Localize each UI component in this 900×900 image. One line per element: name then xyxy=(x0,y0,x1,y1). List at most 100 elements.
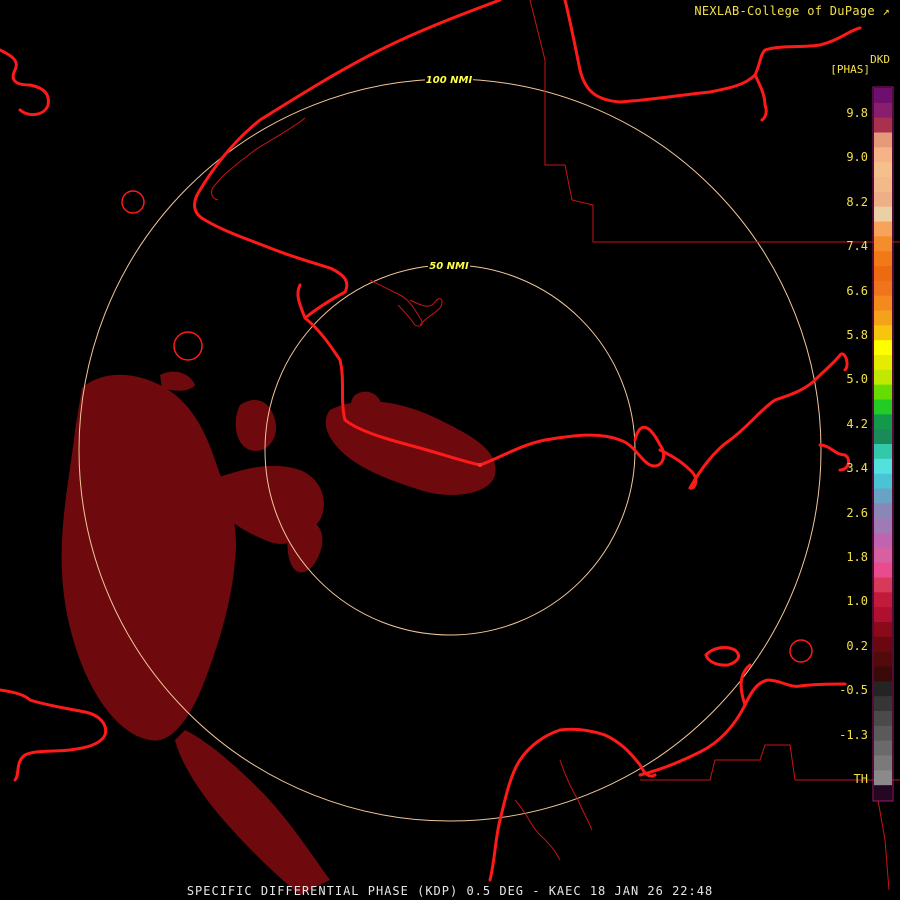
color-scale-segment xyxy=(874,162,892,178)
color-scale-segment xyxy=(874,429,892,445)
boundary-east-edge xyxy=(877,799,890,891)
shore-north-bay xyxy=(211,117,306,201)
color-scale-segment xyxy=(874,547,892,564)
color-scale-segment xyxy=(874,518,892,534)
coast-northwest xyxy=(0,48,50,117)
color-scale-segment xyxy=(874,607,892,623)
lake-southeast xyxy=(789,639,813,663)
radar-display: 100 NMI 50 NMI NEXLAB-College of DuPage … xyxy=(0,0,900,900)
coast-inlet xyxy=(296,283,347,320)
lake-west xyxy=(173,331,203,361)
color-scale-segment xyxy=(874,295,892,311)
ring-label-100: 100 NMI xyxy=(426,75,473,86)
shore-north-detail xyxy=(369,279,423,327)
scale-label: 1.0 xyxy=(846,594,868,609)
echo-center-cluster xyxy=(325,401,496,495)
external-link-icon[interactable]: ↗ xyxy=(882,4,890,18)
credit-label: NEXLAB-College of DuPage ↗ xyxy=(694,4,890,18)
color-scale-segment xyxy=(874,444,892,460)
color-scale-segment xyxy=(874,636,892,653)
color-scale-segment xyxy=(874,236,892,252)
color-scale-segment xyxy=(874,592,892,608)
lake-northwest xyxy=(121,190,145,214)
echo-west-main xyxy=(61,374,236,741)
unit-label: [PHAS] xyxy=(830,63,870,76)
scale-label: -1.3 xyxy=(839,727,868,742)
radar-map: 100 NMI 50 NMI xyxy=(0,0,900,895)
lake-southeast-pond xyxy=(704,646,740,667)
scale-label: 2.6 xyxy=(846,505,868,520)
scale-label: 6.6 xyxy=(846,283,868,298)
color-scale-bar xyxy=(874,88,892,801)
coast-south-lake xyxy=(488,727,657,882)
color-scale-segment xyxy=(874,533,892,549)
color-scale-segment xyxy=(874,725,892,742)
color-scale-segment xyxy=(874,206,892,222)
scale-label: 7.4 xyxy=(846,239,868,254)
product-footer: SPECIFIC DIFFERENTIAL PHASE (KDP) 0.5 DE… xyxy=(186,884,714,898)
color-scale-segment xyxy=(874,117,892,133)
coast-northeast-bay xyxy=(753,73,768,122)
color-scale-segment xyxy=(874,132,892,148)
color-scale-segment xyxy=(874,251,892,267)
scale-label: 9.8 xyxy=(846,106,868,120)
color-scale-segment xyxy=(874,384,892,400)
coast-east-fringe xyxy=(818,443,851,472)
scale-label: 1.8 xyxy=(846,550,868,564)
scale-label: 4.2 xyxy=(846,416,868,431)
coast-east-peninsula xyxy=(658,352,849,490)
color-scale-segment xyxy=(874,177,892,193)
color-scale-segment xyxy=(874,221,892,237)
scale-label: 0.2 xyxy=(846,638,868,653)
color-scale-segment xyxy=(874,681,892,697)
ring-label-50: 50 NMI xyxy=(429,261,469,272)
scale-label: TH xyxy=(853,772,868,786)
color-scale-segment xyxy=(874,147,892,163)
color-scale-segment xyxy=(874,191,892,208)
color-scale-segment xyxy=(874,785,892,801)
range-ring-labels: 100 NMI 50 NMI xyxy=(425,73,473,272)
color-scale-segment xyxy=(874,622,892,638)
scale-label: 9.0 xyxy=(846,150,868,165)
color-scale-segment xyxy=(874,414,892,430)
color-scale-segment xyxy=(874,711,892,727)
color-scale-segment xyxy=(874,280,892,297)
color-scale-segment xyxy=(874,102,892,119)
credit-text: NEXLAB-College of DuPage xyxy=(694,4,875,18)
color-scale-segment xyxy=(874,488,892,504)
color-scale-segment xyxy=(874,369,892,386)
color-scale xyxy=(872,86,894,802)
color-scale-segment xyxy=(874,577,892,593)
color-scale-segment xyxy=(874,651,892,667)
scale-label: -0.5 xyxy=(839,683,868,698)
color-scale-segment xyxy=(874,696,892,712)
color-scale-segment xyxy=(874,473,892,489)
color-scale-segment xyxy=(874,503,892,519)
color-scale-segment xyxy=(874,562,892,578)
product-code: DKD xyxy=(870,53,890,66)
coast-southwest xyxy=(0,688,108,782)
coast-north-shore xyxy=(193,0,502,294)
echo-northwest-patch xyxy=(160,371,195,391)
county-boundaries xyxy=(529,0,900,891)
echo-southwest-band xyxy=(175,730,330,895)
scale-label: 5.8 xyxy=(846,328,868,342)
color-scale-segment xyxy=(874,310,892,326)
scale-label: 5.0 xyxy=(846,372,868,387)
color-scale-segment xyxy=(874,770,892,786)
color-scale-segment xyxy=(874,755,892,771)
scale-label: 8.2 xyxy=(846,194,868,209)
color-scale-segment xyxy=(874,399,892,415)
color-scale-segment xyxy=(874,325,892,341)
color-scale-segment xyxy=(874,355,892,371)
color-scale-segment xyxy=(874,266,892,282)
color-scale-segment xyxy=(874,340,892,356)
radar-site xyxy=(478,463,482,467)
color-scale-segment xyxy=(874,666,892,682)
shore-islands xyxy=(409,298,443,326)
scale-label: 3.4 xyxy=(846,461,868,476)
color-scale-segment xyxy=(874,740,892,756)
color-scale-segment xyxy=(874,88,892,104)
shore-south-detail xyxy=(514,799,561,861)
color-scale-segment xyxy=(874,458,892,475)
